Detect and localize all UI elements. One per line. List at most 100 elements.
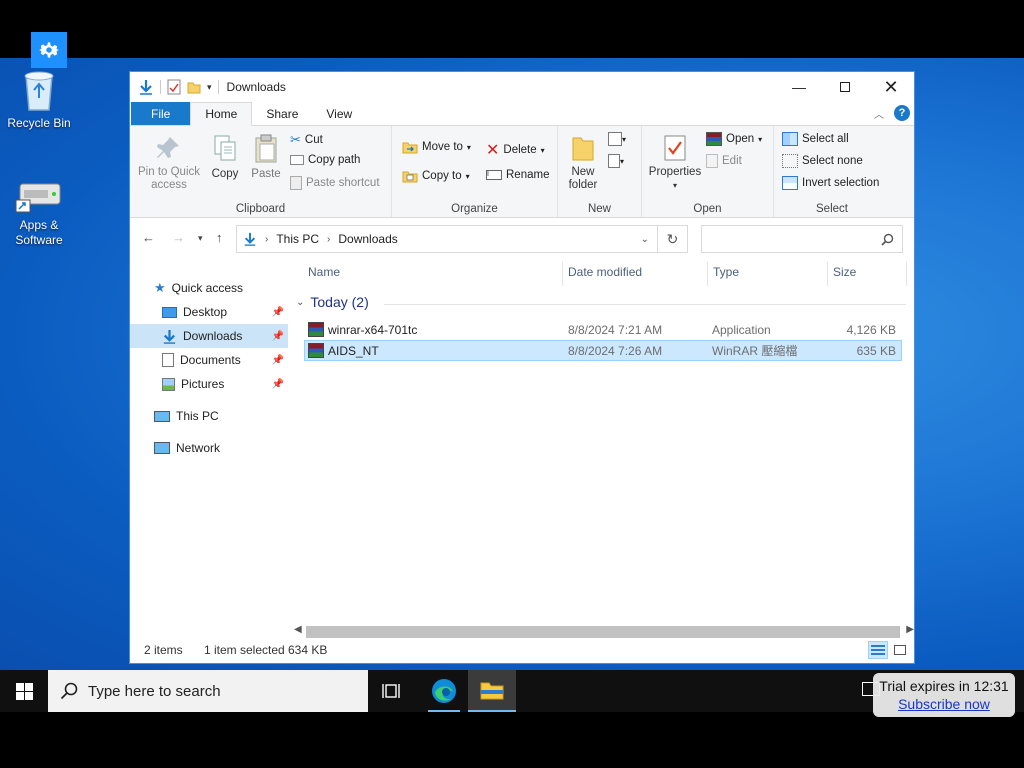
open-button[interactable]: Open ▾: [706, 132, 762, 146]
tab-file[interactable]: File: [131, 102, 191, 125]
nav-item-desktop[interactable]: Desktop 📌: [130, 300, 288, 324]
column-header-date[interactable]: Date modified: [568, 258, 642, 286]
edge-taskbar-button[interactable]: [420, 670, 468, 712]
collapse-ribbon-icon[interactable]: ︿: [874, 106, 884, 121]
paste-icon: [255, 134, 277, 163]
paste-button[interactable]: Paste: [248, 134, 284, 181]
forward-button[interactable]: →: [172, 230, 185, 245]
search-icon: [60, 682, 78, 700]
help-icon[interactable]: ?: [894, 105, 910, 121]
recent-locations-dropdown[interactable]: ▾: [198, 233, 203, 244]
cut-button[interactable]: ✂ Cut: [290, 132, 323, 148]
address-bar[interactable]: › This PC › Downloads ⌄: [236, 225, 658, 253]
chevron-down-icon: ⌄: [296, 296, 305, 308]
details-view-button[interactable]: [868, 641, 888, 659]
letterbox-top: [0, 0, 1024, 58]
select-none-button[interactable]: Select none: [782, 154, 863, 168]
paste-shortcut-button[interactable]: Paste shortcut: [290, 176, 380, 190]
status-bar: 2 items 1 item selected 634 KB: [130, 637, 914, 663]
group-label: New: [587, 203, 611, 215]
close-button[interactable]: ✕: [868, 72, 914, 102]
file-name: winrar-x64-701tc: [328, 322, 418, 337]
invert-selection-icon: [782, 176, 798, 190]
chevron-right-icon: ›: [265, 233, 269, 245]
copy-to-button[interactable]: Copy to ▾: [402, 169, 470, 183]
address-dropdown-icon[interactable]: ⌄: [641, 234, 649, 245]
network-icon: [154, 442, 170, 454]
breadcrumb-downloads[interactable]: Downloads: [338, 232, 397, 246]
desktop-icon-recycle-bin[interactable]: Recycle Bin: [0, 66, 78, 131]
maximize-button[interactable]: [822, 72, 868, 102]
nav-item-documents[interactable]: Documents 📌: [130, 348, 288, 372]
up-button[interactable]: ↑: [216, 230, 223, 245]
scroll-left-arrow[interactable]: ◀: [294, 624, 302, 635]
copy-button[interactable]: Copy: [206, 134, 244, 181]
organize-group: Move to ▾ Copy to ▾ ✕ Delete ▾ I Rename Org…: [392, 126, 558, 217]
copy-path-button[interactable]: Copy path: [290, 154, 360, 166]
taskbar-search-box[interactable]: Type here to search: [48, 670, 368, 712]
recycle-bin-icon: [24, 71, 54, 111]
quick-access-toolbar: ▾: [130, 79, 219, 95]
nav-item-pictures[interactable]: Pictures 📌: [130, 372, 288, 396]
subscribe-link[interactable]: Subscribe now: [898, 696, 990, 712]
nav-network[interactable]: Network: [154, 436, 282, 460]
scroll-right-arrow[interactable]: ▶: [906, 624, 914, 635]
separator: [217, 80, 219, 94]
nav-quick-access[interactable]: ★ Quick access: [154, 276, 282, 300]
new-folder-qat-icon[interactable]: [187, 80, 201, 94]
refresh-button[interactable]: ↻: [658, 225, 688, 253]
file-row[interactable]: winrar-x64-701tc 8/8/2024 7:21 AM Applic…: [304, 319, 902, 340]
task-view-button[interactable]: [368, 670, 416, 712]
column-header-size[interactable]: Size: [833, 258, 856, 286]
search-box[interactable]: [701, 225, 903, 253]
file-explorer-icon: [480, 682, 504, 700]
group-label: Organize: [451, 203, 498, 215]
pin-to-quick-access-button[interactable]: Pin to Quick access: [136, 134, 202, 192]
select-all-icon: [782, 132, 798, 146]
edit-button[interactable]: Edit: [706, 154, 742, 168]
apps-software-icon: [15, 183, 61, 213]
tab-view[interactable]: View: [312, 102, 366, 125]
nav-this-pc[interactable]: This PC: [154, 404, 282, 428]
edge-icon: [432, 679, 456, 703]
large-icons-view-button[interactable]: [890, 641, 910, 659]
new-item-button[interactable]: ▾: [608, 132, 626, 146]
easy-access-button[interactable]: ▾: [608, 154, 624, 168]
tab-home[interactable]: Home: [190, 102, 253, 126]
column-header-type[interactable]: Type: [713, 258, 739, 286]
file-row[interactable]: AIDS_NT 8/8/2024 7:26 AM WinRAR 壓縮檔 635 …: [304, 340, 902, 361]
pinned-icon: 📌: [271, 330, 284, 342]
back-button[interactable]: ←: [142, 230, 155, 245]
breadcrumb-this-pc[interactable]: This PC: [276, 232, 319, 246]
pinned-icon: 📌: [271, 306, 284, 318]
task-view-icon: [382, 684, 400, 698]
file-explorer-taskbar-button[interactable]: [468, 670, 516, 712]
properties-button[interactable]: Properties ▾: [646, 134, 704, 192]
desktop-icon-apps-software[interactable]: Apps & Software: [0, 178, 78, 248]
settings-gear-icon[interactable]: [31, 32, 67, 68]
rename-button[interactable]: I Rename: [486, 169, 549, 181]
nav-item-downloads[interactable]: Downloads 📌: [130, 324, 288, 348]
qat-dropdown-icon[interactable]: ▾: [207, 82, 212, 93]
title-bar[interactable]: ▾ Downloads — ✕: [130, 72, 914, 102]
minimize-button[interactable]: —: [776, 72, 822, 102]
copy-icon: [214, 135, 236, 161]
pinned-icon: 📌: [271, 378, 284, 390]
properties-qat-icon[interactable]: [167, 79, 181, 95]
column-header-name[interactable]: Name: [308, 258, 340, 286]
new-folder-button[interactable]: New folder: [564, 134, 602, 192]
move-to-button[interactable]: Move to ▾: [402, 140, 471, 154]
downloads-location-icon: [244, 232, 256, 246]
status-selected-size: 634 KB: [288, 643, 328, 657]
scissors-icon: ✂: [290, 132, 301, 147]
group-header-today[interactable]: ⌄ Today (2): [296, 294, 369, 310]
tab-share[interactable]: Share: [252, 102, 312, 125]
invert-selection-button[interactable]: Invert selection: [782, 176, 879, 190]
trial-notice: Trial expires in 12:31 Subscribe now: [873, 673, 1015, 717]
large-icons-view-icon: [894, 645, 906, 655]
start-button[interactable]: [0, 670, 48, 712]
status-selection: 1 item selected: [204, 643, 285, 657]
delete-button[interactable]: ✕ Delete ▾: [486, 140, 545, 160]
select-all-button[interactable]: Select all: [782, 132, 849, 146]
search-icon: [881, 233, 894, 246]
